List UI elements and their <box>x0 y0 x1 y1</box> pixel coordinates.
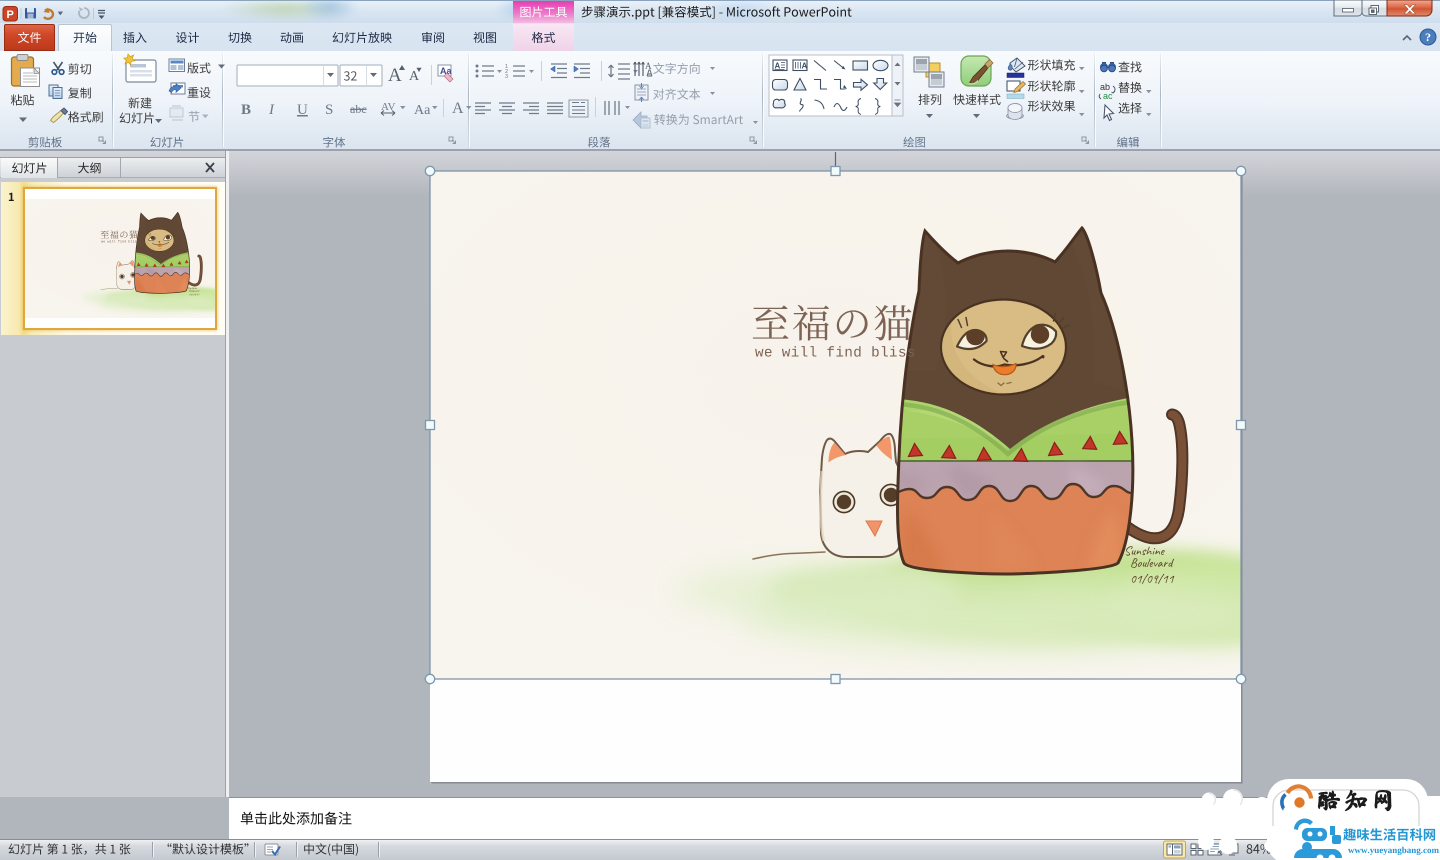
svg-text:abc: abc <box>350 102 367 116</box>
svg-text:A: A <box>388 65 402 86</box>
svg-text:A: A <box>802 62 808 71</box>
svg-text:I: I <box>268 102 275 118</box>
svg-text:A: A <box>645 61 652 71</box>
svg-text:P: P <box>7 9 14 21</box>
svg-text:Aa: Aa <box>414 103 431 118</box>
svg-text:3: 3 <box>505 74 508 80</box>
svg-text:B: B <box>241 102 251 118</box>
svg-text:U: U <box>297 102 308 118</box>
svg-text:S: S <box>325 102 333 118</box>
svg-text:A: A <box>409 69 420 84</box>
svg-text:?: ? <box>1425 30 1431 44</box>
